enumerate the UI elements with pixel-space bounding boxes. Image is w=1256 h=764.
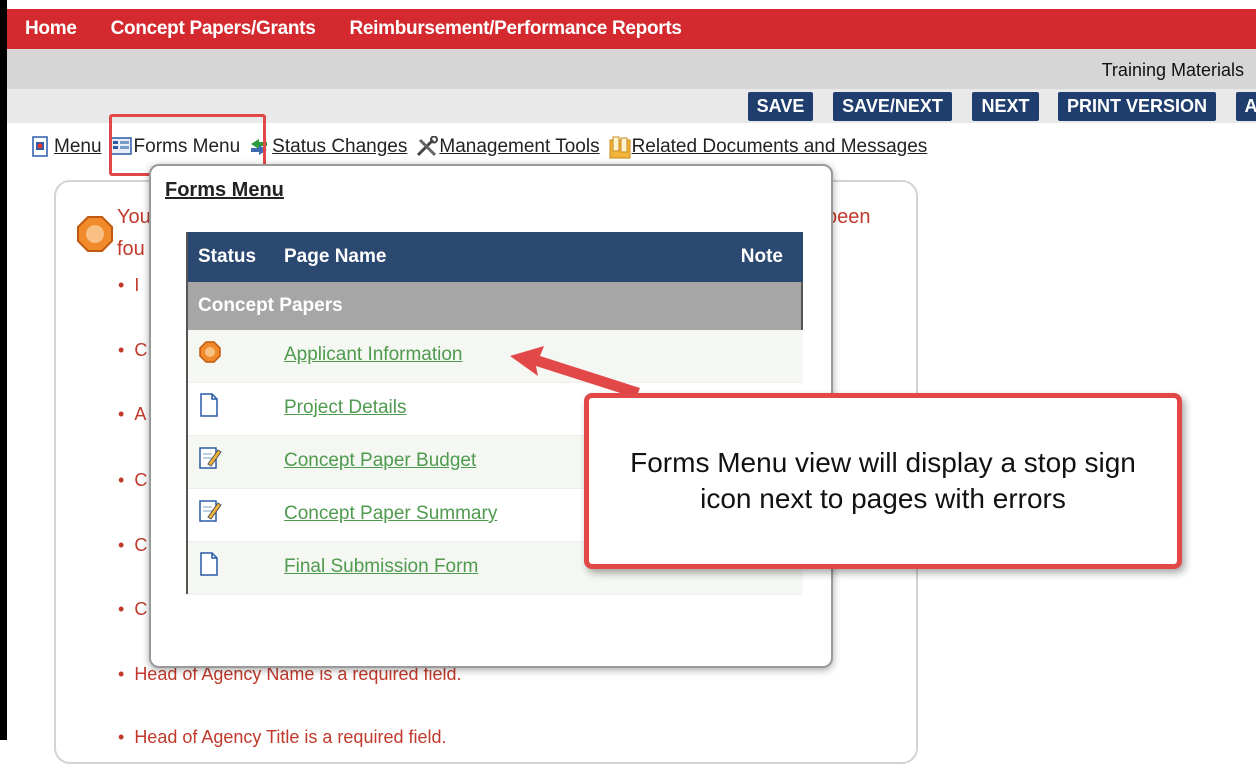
folder-documents-icon [608, 136, 631, 159]
error-item-fragment: A [134, 404, 147, 424]
related-documents-label: Related Documents and Messages [631, 136, 928, 157]
document-menu-icon [30, 136, 50, 158]
column-status: Status [198, 246, 257, 267]
related-documents-tool[interactable]: Related Documents and Messages [608, 136, 928, 159]
status-changes-label: Status Changes [272, 136, 408, 157]
top-nav-bar: Home Concept Papers/Grants Reimbursement… [7, 9, 1256, 49]
edit-page-icon [198, 446, 222, 475]
nav-home[interactable]: Home [25, 18, 77, 40]
column-note: Note [740, 246, 783, 267]
save-button[interactable]: SAVE [748, 92, 813, 121]
error-item-fragment: C [134, 599, 148, 619]
error-bullet: • C [118, 470, 148, 490]
error-bullet: • A [118, 404, 147, 424]
stop-sign-icon [198, 340, 222, 369]
edit-page-icon [198, 499, 222, 528]
error-bullet: • C [118, 599, 148, 619]
menu-label: Menu [54, 136, 102, 157]
page-link-applicant-information[interactable]: Applicant Information [284, 344, 463, 366]
error-item-fragment: I [134, 275, 140, 295]
page-link-concept-paper-budget[interactable]: Concept Paper Budget [284, 450, 476, 472]
print-version-button[interactable]: PRINT VERSION [1058, 92, 1216, 121]
error-bullet: • C [118, 535, 148, 555]
error-item-text: Head of Agency Title is a required field… [134, 727, 447, 747]
page-icon [198, 552, 220, 581]
column-page-name: Page Name [284, 246, 387, 267]
more-button[interactable]: A [1236, 92, 1256, 121]
nav-concept-papers-grants[interactable]: Concept Papers/Grants [111, 18, 316, 40]
training-materials-link[interactable]: Training Materials [1102, 60, 1244, 81]
next-button[interactable]: NEXT [972, 92, 1039, 121]
page-link-final-submission-form[interactable]: Final Submission Form [284, 556, 478, 578]
status-changes-tool[interactable]: Status Changes [248, 136, 407, 158]
stop-sign-icon [76, 215, 113, 252]
popup-title: Forms Menu [165, 179, 284, 201]
management-tools-tool[interactable]: Management Tools [415, 135, 600, 158]
sub-header-bar: Training Materials [7, 49, 1256, 89]
tools-icon [415, 135, 439, 158]
error-item-fragment: C [134, 470, 148, 490]
page-link-concept-paper-summary[interactable]: Concept Paper Summary [284, 503, 497, 525]
error-bullet: • C [118, 340, 148, 360]
error-bullet: • I [118, 275, 140, 295]
window-frame-edge [0, 0, 7, 740]
menu-tool[interactable]: Menu [30, 136, 102, 158]
table-header: Status Page Name Note [188, 232, 803, 282]
page-link-project-details[interactable]: Project Details [284, 397, 407, 419]
management-tools-label: Management Tools [439, 136, 600, 157]
table-row: Applicant Information [188, 330, 803, 383]
error-heading-line2: fou [117, 238, 145, 260]
nav-reimbursement-reports[interactable]: Reimbursement/Performance Reports [349, 18, 682, 40]
error-bullet: • Head of Agency Title is a required fie… [118, 727, 447, 747]
section-row-concept-papers: Concept Papers [188, 282, 803, 330]
callout-text: Forms Menu view will display a stop sign… [630, 447, 1136, 514]
error-item-fragment: C [134, 535, 148, 555]
error-heading-start: You [117, 206, 151, 228]
page-icon [198, 393, 220, 422]
error-item-fragment: C [134, 340, 148, 360]
save-next-button[interactable]: SAVE/NEXT [833, 92, 952, 121]
annotation-callout: Forms Menu view will display a stop sign… [584, 393, 1182, 569]
